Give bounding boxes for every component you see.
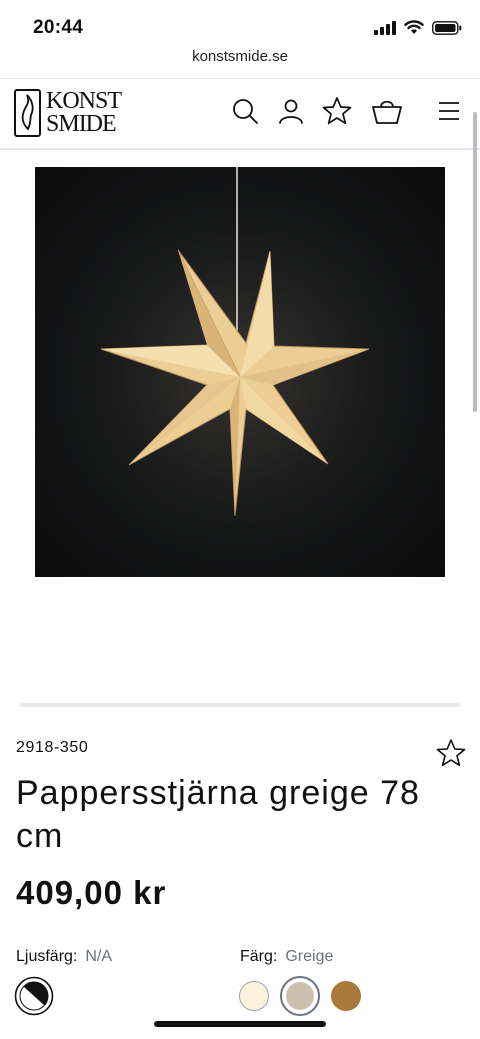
product-price: 409,00 kr	[16, 874, 167, 911]
battery-icon	[432, 20, 462, 35]
cellular-signal-icon	[374, 20, 396, 35]
flame-icon	[21, 94, 34, 131]
status-bar: 20:44	[0, 0, 480, 50]
status-icons	[374, 20, 462, 35]
color-label: Färg:	[240, 948, 278, 965]
search-button[interactable]	[229, 95, 261, 127]
light-color-swatch-na[interactable]	[14, 976, 54, 1016]
logo-text-line2: SMIDE	[46, 111, 117, 137]
product-image[interactable]	[35, 167, 445, 577]
logo-text-line1: KONST	[46, 88, 122, 114]
color-value: Greige	[285, 948, 334, 965]
account-button[interactable]	[275, 95, 307, 127]
add-to-favorites-button[interactable]	[436, 738, 466, 768]
color-swatch-brown[interactable]	[331, 981, 361, 1011]
favorites-button[interactable]	[321, 95, 353, 127]
color-swatch-greige-selected[interactable]	[280, 976, 320, 1016]
brand-logo[interactable]: KONST SMIDE	[14, 89, 130, 139]
basket-icon	[372, 100, 402, 124]
not-available-icon	[14, 976, 54, 1016]
light-color-option: Ljusfärg: N/A	[16, 948, 112, 966]
menu-button[interactable]	[433, 95, 465, 127]
wifi-icon	[404, 20, 424, 34]
color-option: Färg: Greige	[240, 948, 333, 966]
cart-button[interactable]	[369, 95, 405, 127]
light-color-value: N/A	[85, 948, 113, 965]
light-color-label: Ljusfärg:	[16, 948, 78, 965]
home-indicator[interactable]	[154, 1021, 326, 1027]
paper-star-image	[50, 167, 430, 567]
site-header: KONST SMIDE	[0, 78, 480, 150]
page-scrollbar[interactable]	[473, 112, 477, 412]
user-icon	[279, 99, 303, 124]
color-swatch-cream[interactable]	[239, 981, 269, 1011]
search-icon	[233, 99, 258, 124]
logo-flame-mark	[14, 89, 41, 137]
product-title: Pappersstjärna greige 78 cm	[16, 774, 420, 855]
browser-url[interactable]: konstsmide.se	[0, 48, 480, 74]
gallery-progress-bar[interactable]	[20, 703, 460, 707]
status-time: 20:44	[33, 17, 84, 38]
product-sku: 2918-350	[16, 739, 89, 756]
hamburger-menu-icon	[439, 102, 459, 120]
star-icon	[436, 739, 466, 767]
color-swatch-greige-fill	[286, 982, 314, 1010]
star-icon	[322, 97, 352, 125]
